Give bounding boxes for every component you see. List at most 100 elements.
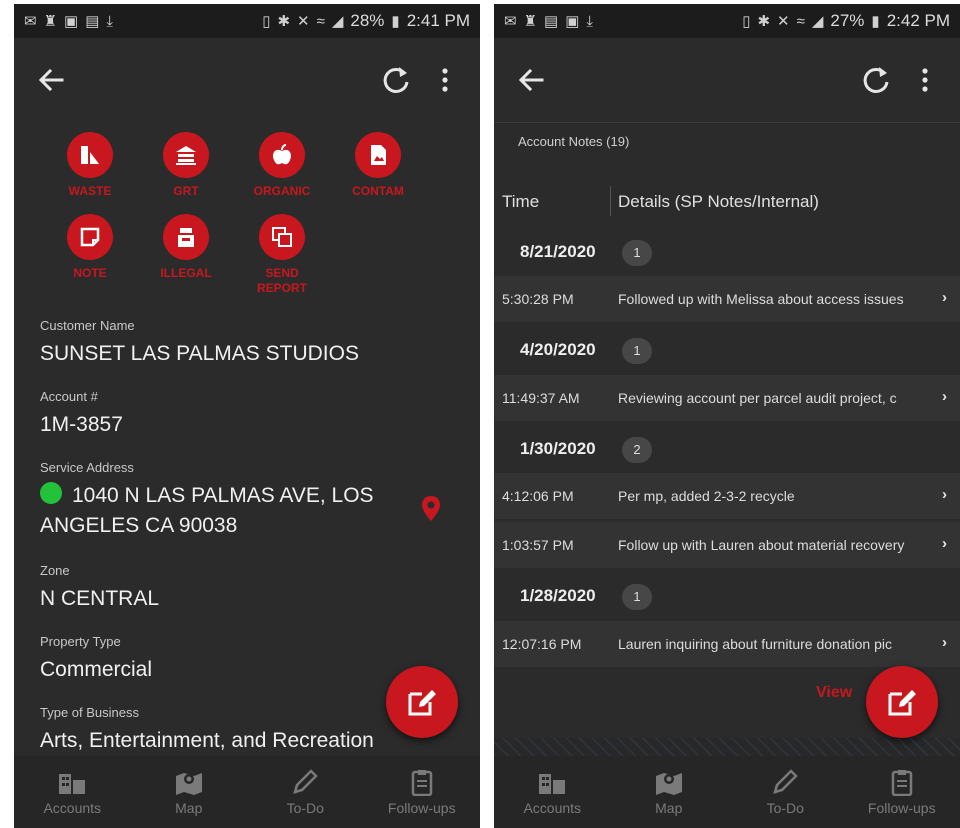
date-group-header[interactable]: 1/28/2020 1 [494, 576, 960, 616]
notes-table-header: Time Details (SP Notes/Internal) [494, 182, 960, 222]
clipboard-icon [891, 770, 912, 796]
status-bar: ✉ ♜ ▤ ▣ ⤓ ▯ ✱ ✕ ≈ ◢ 27% ▮ 2:42 PM [494, 4, 960, 38]
column-header-time[interactable]: Time [502, 192, 539, 212]
apple-icon [272, 144, 292, 165]
note-row[interactable]: 5:30:28 PM Followed up with Melissa abou… [494, 276, 960, 322]
nav-todo[interactable]: To-Do [727, 756, 844, 828]
account-notes-screen: ✉ ♜ ▤ ▣ ⤓ ▯ ✱ ✕ ≈ ◢ 27% ▮ 2:42 PM Accoun… [494, 4, 960, 828]
refresh-icon[interactable] [376, 60, 416, 100]
waste-icon [81, 146, 99, 164]
illegal-button[interactable]: ILLEGAL [138, 214, 234, 281]
group-count-badge: 1 [622, 338, 652, 364]
action-label: CONTAM [352, 184, 404, 198]
person-icon: ♜ [523, 13, 538, 30]
account-detail-screen: ✉ ♜ ▣ ▤ ⤓ ▯ ✱ ✕ ≈ ◢ 28% ▮ 2:41 PM WASTE … [14, 4, 480, 828]
date-group-header[interactable]: 8/21/2020 1 [494, 232, 960, 272]
organic-button[interactable]: ORGANIC [234, 132, 330, 199]
calendar-icon: ▤ [85, 13, 100, 30]
nav-label: Map [655, 800, 683, 816]
nav-label: To-Do [286, 800, 324, 816]
refresh-icon[interactable] [856, 60, 896, 100]
business-type-field: Type of Business Arts, Entertainment, an… [40, 705, 420, 756]
grt-button[interactable]: GRT [138, 132, 234, 199]
waste-button[interactable]: WASTE [42, 132, 138, 199]
customer-name-field: Customer Name SUNSET LAS PALMAS STUDIOS [40, 318, 420, 369]
field-label: Customer Name [40, 318, 135, 333]
mute-icon: ✕ [777, 13, 790, 30]
field-label: Account # [40, 389, 98, 404]
nav-map[interactable]: Map [611, 756, 728, 828]
mute-icon: ✕ [297, 13, 310, 30]
back-arrow-icon[interactable] [32, 60, 72, 100]
battery-percent: 27% [830, 11, 865, 30]
field-label: Zone [40, 563, 70, 578]
group-count-badge: 2 [622, 437, 652, 463]
send-report-button[interactable]: SEND REPORT [234, 214, 330, 296]
nav-accounts[interactable]: Accounts [14, 756, 131, 828]
action-label: GRT [173, 184, 199, 198]
action-label: ILLEGAL [160, 266, 212, 280]
more-options-icon[interactable] [432, 60, 458, 100]
group-date: 1/28/2020 [520, 586, 596, 605]
business-type-value: Arts, Entertainment, and Recreation [40, 729, 374, 752]
nav-todo[interactable]: To-Do [247, 756, 364, 828]
note-time: 4:12:06 PM [502, 488, 574, 504]
note-row[interactable]: 4:12:06 PM Per mp, added 2-3-2 recycle › [494, 473, 960, 519]
note-detail: Follow up with Lauren about material rec… [618, 537, 905, 553]
back-arrow-icon[interactable] [512, 60, 552, 100]
mail-icon: ✉ [24, 13, 37, 30]
nav-label: Accounts [523, 800, 582, 816]
action-label: ORGANIC [253, 184, 311, 198]
image-icon: ▣ [64, 13, 79, 30]
note-row[interactable]: 1:03:57 PM Follow up with Lauren about m… [494, 522, 960, 568]
bottom-nav: Accounts Map To-Do Follow-ups [494, 756, 960, 828]
chevron-right-icon: › [942, 388, 947, 405]
download-icon: ⤓ [586, 12, 594, 30]
action-label: SEND REPORT [256, 266, 307, 295]
map-icon [175, 773, 202, 795]
note-button[interactable]: NOTE [42, 214, 138, 281]
edit-fab[interactable] [386, 666, 458, 738]
wifi-icon: ≈ [316, 12, 325, 30]
note-row[interactable]: 12:07:16 PM Lauren inquiring about furni… [494, 621, 960, 667]
illegal-icon [178, 228, 194, 247]
note-time: 1:03:57 PM [502, 537, 574, 553]
date-group-header[interactable]: 4/20/2020 1 [494, 330, 960, 370]
more-options-icon[interactable] [912, 60, 938, 100]
nav-map[interactable]: Map [131, 756, 248, 828]
column-header-details[interactable]: Details (SP Notes/Internal) [618, 192, 819, 212]
contam-button[interactable]: CONTAM [330, 132, 426, 199]
property-type-field: Property Type Commercial [40, 634, 420, 685]
calendar-icon: ▤ [544, 13, 559, 30]
map-pin-icon[interactable] [419, 494, 443, 524]
note-detail: Followed up with Melissa about access is… [618, 291, 904, 307]
note-time: 5:30:28 PM [502, 291, 574, 307]
edit-fab[interactable] [866, 666, 938, 738]
nav-follow-ups[interactable]: Follow-ups [364, 756, 481, 828]
chevron-right-icon: › [942, 289, 947, 306]
app-bar [14, 38, 480, 122]
group-date: 1/30/2020 [520, 439, 596, 458]
pencil-icon [773, 769, 799, 794]
view-link[interactable]: View [816, 684, 852, 702]
zone-field: Zone N CENTRAL [40, 563, 420, 614]
note-time: 12:07:16 PM [502, 636, 582, 652]
wifi-icon: ≈ [796, 12, 805, 30]
nav-follow-ups[interactable]: Follow-ups [844, 756, 960, 828]
bluetooth-icon: ✱ [277, 13, 291, 30]
nav-label: Accounts [43, 800, 102, 816]
app-bar [494, 38, 960, 122]
group-date: 8/21/2020 [520, 242, 596, 261]
nav-accounts[interactable]: Accounts [494, 756, 611, 828]
status-dot [40, 482, 62, 504]
clock: 2:42 PM [886, 11, 950, 30]
note-row[interactable]: 11:49:37 AM Reviewing account per parcel… [494, 375, 960, 421]
action-label: WASTE [68, 184, 112, 198]
edit-icon [408, 690, 436, 716]
mail-icon: ✉ [504, 13, 517, 30]
nav-label: To-Do [766, 800, 804, 816]
nav-label: Map [175, 800, 203, 816]
signal-icon: ◢ [811, 13, 824, 30]
image-icon: ▣ [565, 13, 580, 30]
date-group-header[interactable]: 1/30/2020 2 [494, 429, 960, 469]
